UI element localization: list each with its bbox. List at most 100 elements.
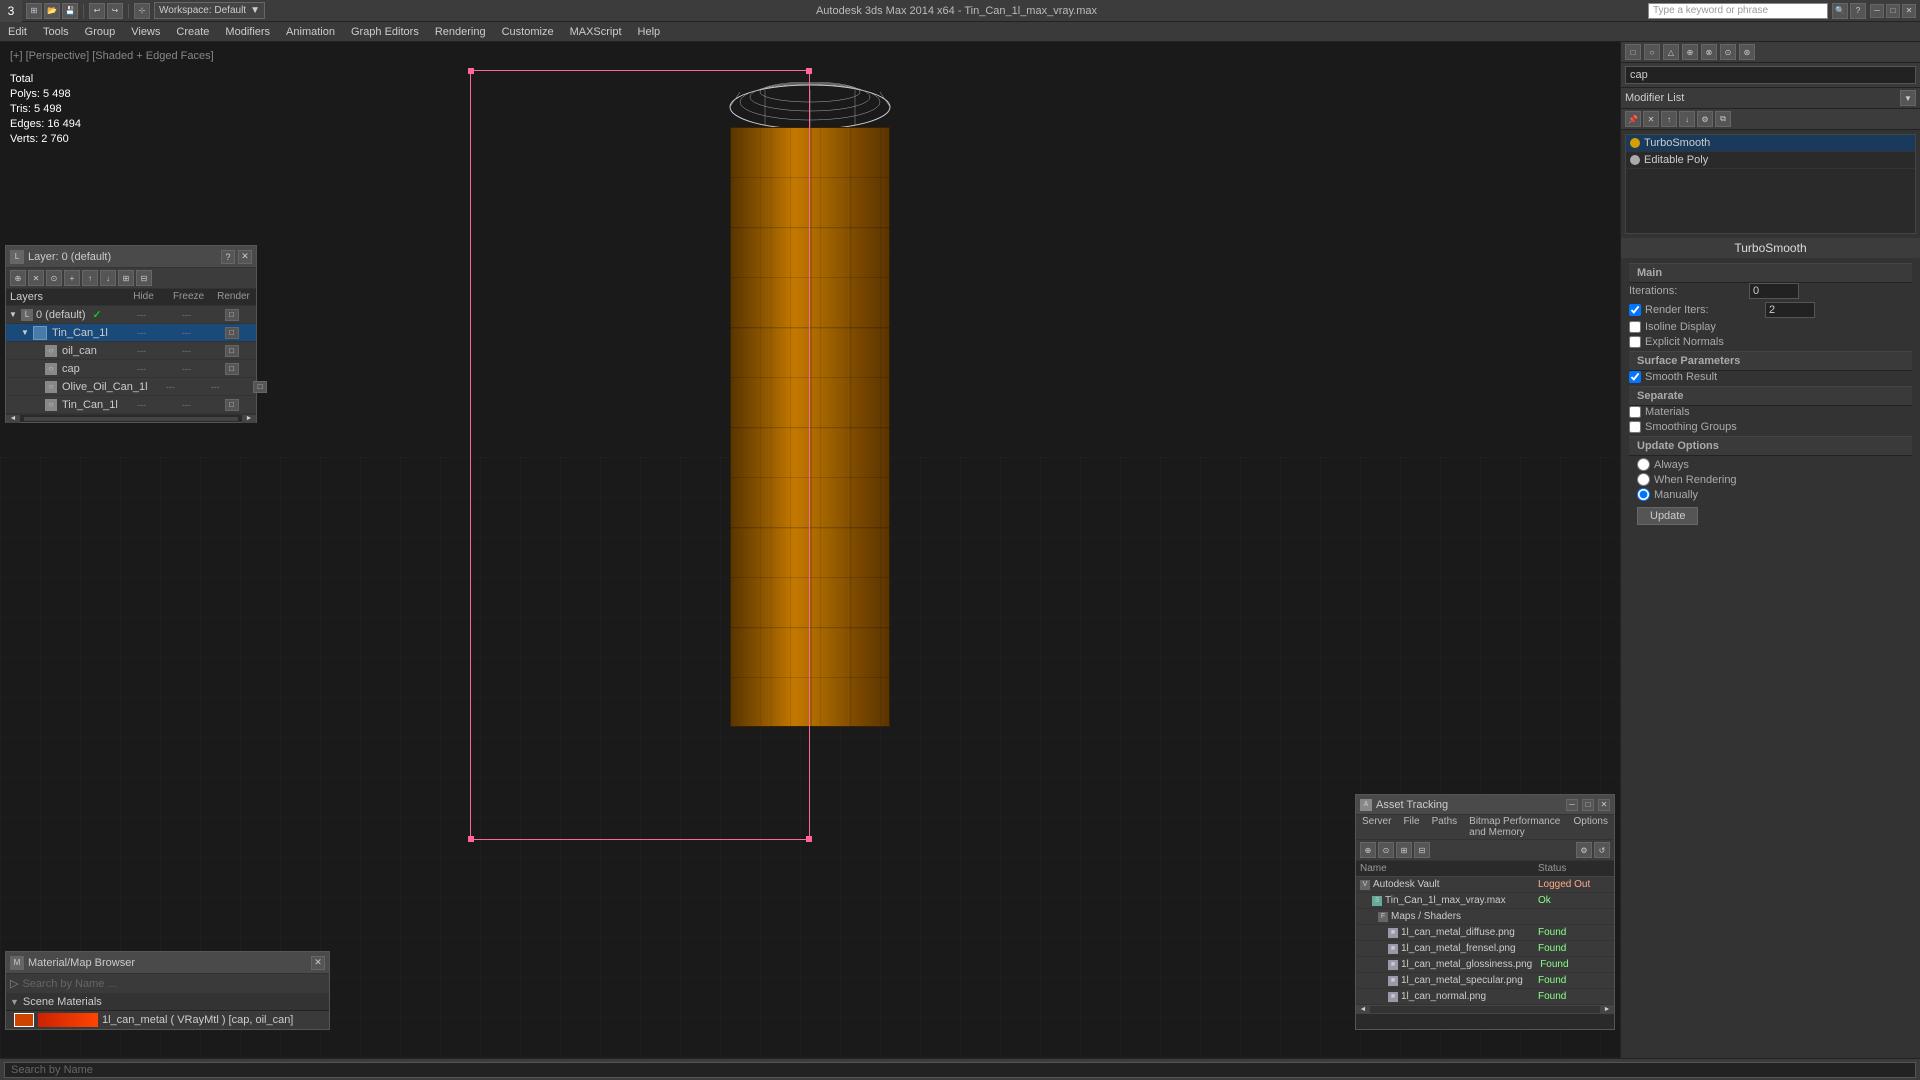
- mod-delete-icon[interactable]: ✕: [1643, 111, 1659, 127]
- mod-editable-poly[interactable]: Editable Poly: [1626, 152, 1915, 169]
- at-hscroll-right[interactable]: ►: [1600, 1006, 1614, 1013]
- layer-expand-tin-can[interactable]: ▼: [20, 328, 30, 338]
- mat-item-1l-can-metal[interactable]: 1l_can_metal ( VRayMtl ) [cap, oil_can]: [6, 1011, 329, 1029]
- menu-maxscript[interactable]: MAXScript: [562, 22, 630, 42]
- rp-icon6[interactable]: ⊙: [1720, 44, 1736, 60]
- maximize-btn[interactable]: □: [1886, 4, 1900, 18]
- layers-tool6[interactable]: ↓: [100, 270, 116, 286]
- at-row-specular[interactable]: ■ 1l_can_metal_specular.png Found: [1356, 973, 1614, 989]
- rp-icon2[interactable]: ○: [1644, 44, 1660, 60]
- layer-render-btn-default[interactable]: □: [225, 309, 239, 321]
- at-hscroll-left[interactable]: ◄: [1356, 1006, 1370, 1013]
- at-restore[interactable]: □: [1582, 799, 1594, 811]
- at-hscrollbar[interactable]: ◄ ►: [1356, 1005, 1614, 1013]
- mod-pin-icon[interactable]: 📌: [1625, 111, 1641, 127]
- explicit-normals-checkbox[interactable]: [1629, 336, 1641, 348]
- at-menu-server[interactable]: Server: [1356, 815, 1397, 839]
- rp-icon3[interactable]: △: [1663, 44, 1679, 60]
- at-tool4[interactable]: ⊟: [1414, 842, 1430, 858]
- at-row-frensel[interactable]: ■ 1l_can_metal_frensel.png Found: [1356, 941, 1614, 957]
- layer-render-btn-tin-can2[interactable]: □: [225, 399, 239, 411]
- materials-checkbox[interactable]: [1629, 406, 1641, 418]
- menu-tools[interactable]: Tools: [35, 22, 77, 42]
- at-tool3[interactable]: ⊞: [1396, 842, 1412, 858]
- help-icon[interactable]: ?: [1850, 3, 1866, 19]
- scene-materials-header[interactable]: ▼ Scene Materials: [6, 994, 329, 1011]
- mat-browser-close[interactable]: ✕: [311, 956, 325, 970]
- minimize-btn[interactable]: ─: [1870, 4, 1884, 18]
- menu-graph-editors[interactable]: Graph Editors: [343, 22, 427, 42]
- render-iters-checkbox[interactable]: [1629, 304, 1641, 316]
- layers-tool5[interactable]: ↑: [82, 270, 98, 286]
- search-box[interactable]: Type a keyword or phrase: [1648, 3, 1828, 19]
- rp-icon1[interactable]: □: [1625, 44, 1641, 60]
- layer-row-oil-can[interactable]: ○ oil_can --- --- □: [6, 342, 256, 360]
- select-icon[interactable]: ⊹: [134, 3, 150, 19]
- layer-expand-default[interactable]: ▼: [8, 310, 18, 320]
- at-menu-file[interactable]: File: [1397, 815, 1425, 839]
- open-icon[interactable]: 📂: [44, 3, 60, 19]
- when-rendering-radio[interactable]: [1637, 473, 1650, 486]
- layer-expand-oil-can[interactable]: [34, 346, 42, 356]
- menu-help[interactable]: Help: [630, 22, 669, 42]
- mod-copy-icon[interactable]: ⧉: [1715, 111, 1731, 127]
- mod-down-icon[interactable]: ↓: [1679, 111, 1695, 127]
- new-icon[interactable]: ⊞: [26, 3, 42, 19]
- redo-icon[interactable]: ↪: [107, 3, 123, 19]
- at-tool2[interactable]: ⊙: [1378, 842, 1394, 858]
- layer-row-olive[interactable]: ○ Olive_Oil_Can_1l --- --- □: [6, 378, 256, 396]
- close-btn[interactable]: ✕: [1902, 4, 1916, 18]
- menu-create[interactable]: Create: [168, 22, 217, 42]
- layer-render-btn-oil-can[interactable]: □: [225, 345, 239, 357]
- layers-tool3[interactable]: ⊙: [46, 270, 62, 286]
- layer-render-btn-olive[interactable]: □: [253, 381, 267, 393]
- undo-icon[interactable]: ↩: [89, 3, 105, 19]
- rp-icon5[interactable]: ⊗: [1701, 44, 1717, 60]
- menu-edit[interactable]: Edit: [0, 22, 35, 42]
- manually-radio[interactable]: [1637, 488, 1650, 501]
- rp-icon4[interactable]: ⊕: [1682, 44, 1698, 60]
- smooth-result-checkbox[interactable]: [1629, 371, 1641, 383]
- at-row-gloss[interactable]: ■ 1l_can_metal_glossiness.png Found: [1356, 957, 1614, 973]
- at-tool1[interactable]: ⊕: [1360, 842, 1376, 858]
- layer-row-tin-can[interactable]: ▼ Tin_Can_1l --- --- □: [6, 324, 256, 342]
- update-button[interactable]: Update: [1637, 507, 1698, 525]
- layer-render-btn-cap[interactable]: □: [225, 363, 239, 375]
- scroll-left[interactable]: ◄: [6, 415, 20, 423]
- layers-tool1[interactable]: ⊕: [10, 270, 26, 286]
- layer-render-btn-tin-can[interactable]: □: [225, 327, 239, 339]
- workspace-dropdown[interactable]: Workspace: Default ▼: [154, 2, 265, 19]
- at-close[interactable]: ✕: [1598, 799, 1610, 811]
- always-radio[interactable]: [1637, 458, 1650, 471]
- layers-scrollbar[interactable]: ◄ ►: [6, 414, 256, 422]
- mod-up-icon[interactable]: ↑: [1661, 111, 1677, 127]
- at-menu-paths[interactable]: Paths: [1426, 815, 1464, 839]
- layer-row-tin-can2[interactable]: ○ Tin_Can_1l --- --- □: [6, 396, 256, 414]
- layer-row-cap[interactable]: ○ cap --- --- □: [6, 360, 256, 378]
- isoline-checkbox[interactable]: [1629, 321, 1641, 333]
- at-row-normal[interactable]: ■ 1l_can_normal.png Found: [1356, 989, 1614, 1005]
- layers-help-button[interactable]: ?: [221, 250, 235, 264]
- modifier-list-dropdown[interactable]: ▼: [1900, 90, 1916, 106]
- save-icon[interactable]: 💾: [62, 3, 78, 19]
- at-menu-options[interactable]: Options: [1568, 815, 1614, 839]
- object-name-field[interactable]: [1625, 66, 1916, 84]
- mod-config-icon[interactable]: ⚙: [1697, 111, 1713, 127]
- layers-tool7[interactable]: ⊞: [118, 270, 134, 286]
- layers-close-button[interactable]: ✕: [238, 250, 252, 264]
- layer-row-default[interactable]: ▼ L 0 (default) ✓ --- --- □: [6, 306, 256, 324]
- rp-icon7[interactable]: ⊛: [1739, 44, 1755, 60]
- menu-animation[interactable]: Animation: [278, 22, 343, 42]
- at-row-max-file[interactable]: 3 Tin_Can_1l_max_vray.max Ok: [1356, 893, 1614, 909]
- smoothing-groups-checkbox[interactable]: [1629, 421, 1641, 433]
- at-tool-settings[interactable]: ⚙: [1576, 842, 1592, 858]
- scroll-right[interactable]: ►: [242, 415, 256, 423]
- layers-tool2[interactable]: ✕: [28, 270, 44, 286]
- layers-tool8[interactable]: ⊟: [136, 270, 152, 286]
- at-row-diffuse[interactable]: ■ 1l_can_metal_diffuse.png Found: [1356, 925, 1614, 941]
- at-row-maps[interactable]: F Maps / Shaders: [1356, 909, 1614, 925]
- scroll-track[interactable]: [24, 417, 238, 421]
- at-tool-refresh[interactable]: ↺: [1594, 842, 1610, 858]
- menu-views[interactable]: Views: [123, 22, 168, 42]
- at-row-vault[interactable]: V Autodesk Vault Logged Out: [1356, 877, 1614, 893]
